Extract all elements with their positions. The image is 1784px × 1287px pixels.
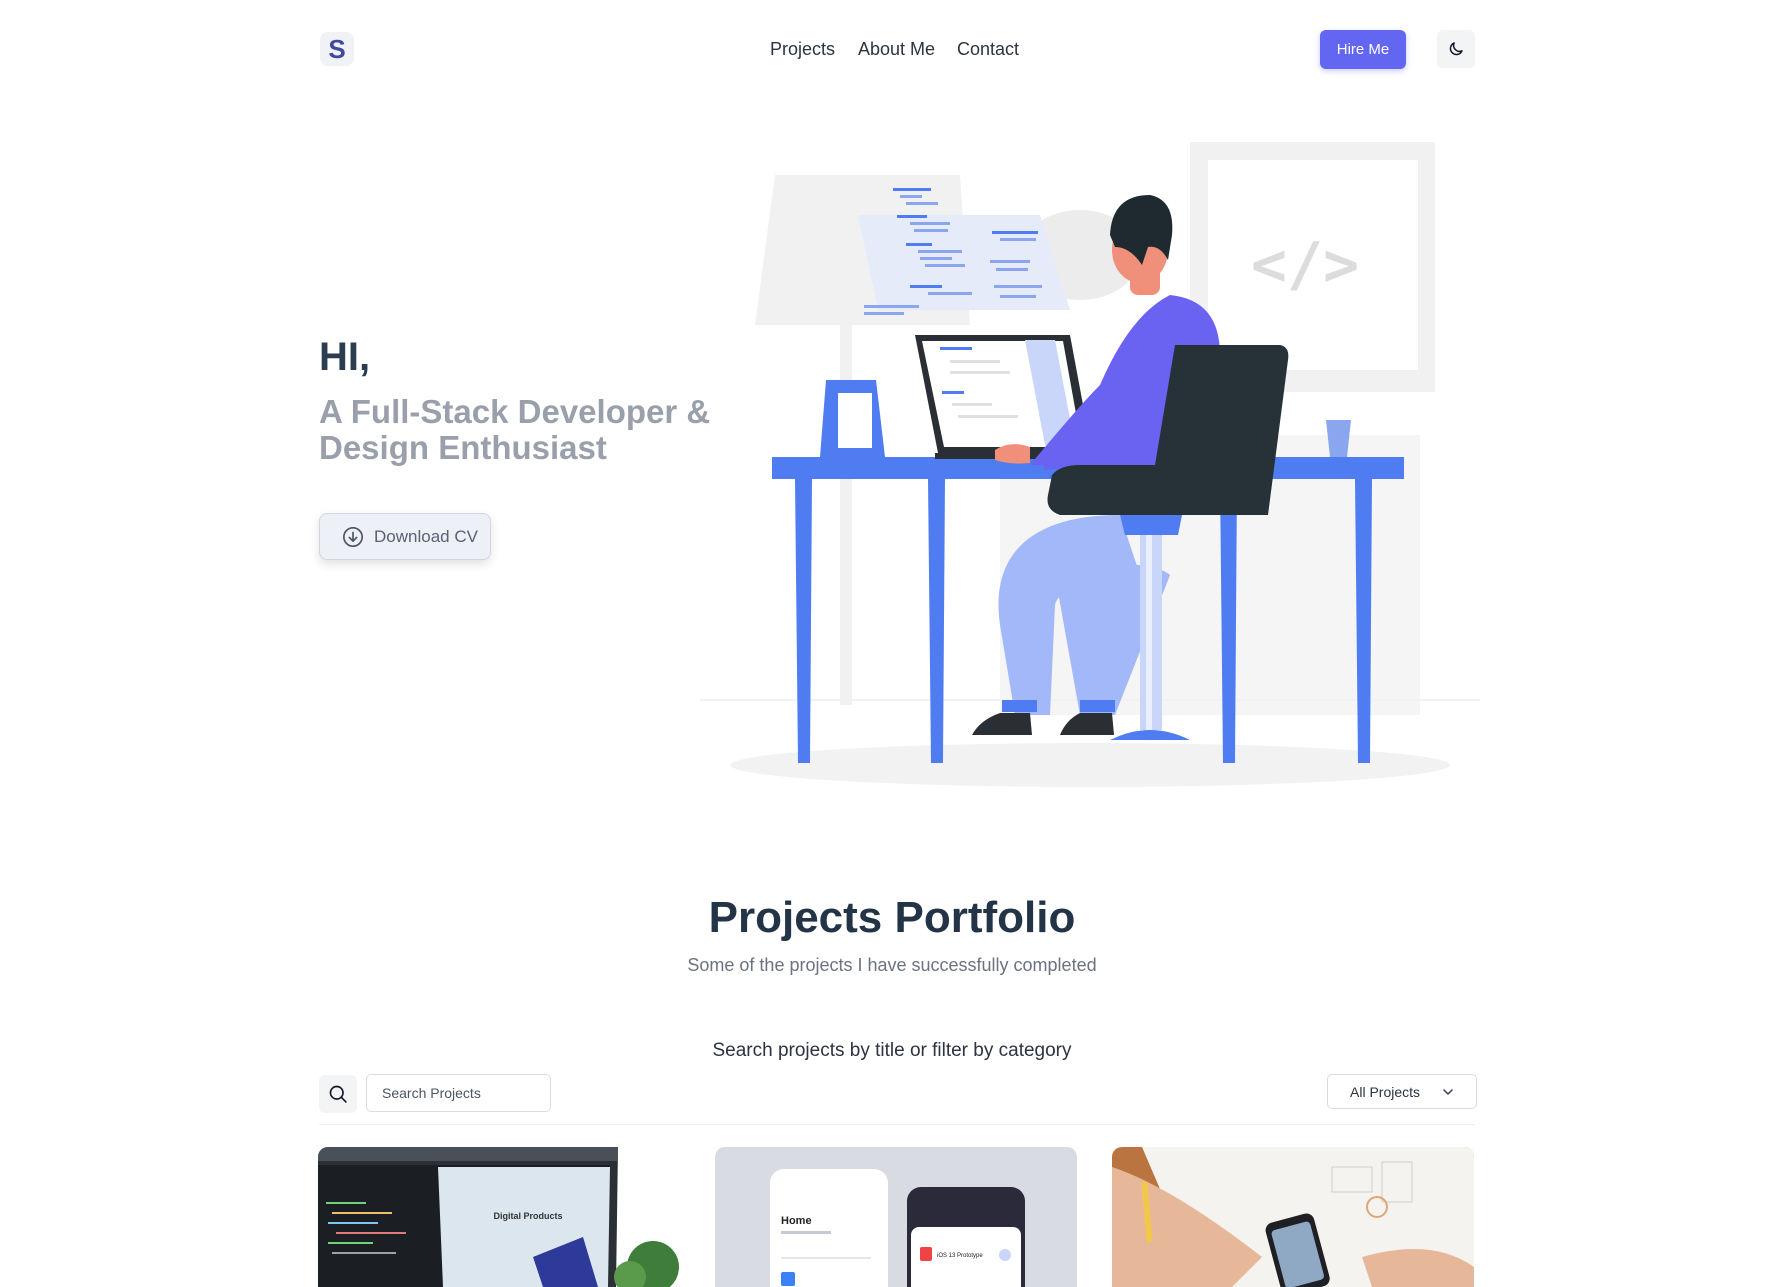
code-symbol: </> — [1251, 230, 1359, 300]
search-hint: Search projects by title or filter by ca… — [712, 1040, 1072, 1061]
category-selected-label: All Projects — [1350, 1083, 1421, 1100]
card-screen-text-2: iOS 13 Prototype — [937, 1253, 983, 1259]
project-card[interactable]: Digital Products — [318, 1147, 680, 1287]
hire-me-button[interactable]: Hire Me — [1320, 30, 1406, 69]
download-icon — [343, 526, 363, 547]
developer-illustration: </> — [700, 142, 1480, 787]
chevron-down-icon — [1443, 1088, 1453, 1095]
project-card-image — [1112, 1147, 1474, 1287]
theme-toggle-button[interactable] — [1437, 30, 1475, 68]
project-card-image: Digital Products — [318, 1147, 680, 1287]
moon-icon — [1449, 42, 1463, 56]
logo[interactable]: S — [320, 32, 354, 66]
hero-greeting: HI, — [319, 335, 371, 379]
card-screen-text: Home — [781, 1215, 812, 1227]
portfolio-subtitle: Some of the projects I have successfully… — [687, 955, 1097, 975]
divider — [319, 1124, 1475, 1125]
search-icon — [329, 1085, 347, 1103]
category-select[interactable]: All Projects — [1327, 1074, 1477, 1109]
portfolio-title: Projects Portfolio — [708, 893, 1076, 942]
hero-subtitle: A Full-Stack Developer & Design Enthusia… — [319, 393, 711, 466]
nav-about-me[interactable]: About Me — [858, 39, 935, 60]
download-cv-label: Download CV — [374, 526, 478, 546]
nav-projects[interactable]: Projects — [770, 39, 835, 60]
svg-text:S: S — [328, 34, 345, 64]
logo-mark: S — [328, 34, 345, 64]
nav-contact[interactable]: Contact — [957, 39, 1019, 60]
project-card[interactable] — [1112, 1147, 1474, 1287]
card-screen-text: Digital Products — [493, 1211, 562, 1221]
search-button[interactable] — [319, 1075, 357, 1113]
download-cv-button[interactable]: Download CV — [319, 513, 491, 560]
search-input[interactable] — [366, 1074, 551, 1112]
project-card-image: Home iOS 13 Prototype — [715, 1147, 1077, 1287]
project-card[interactable]: Home iOS 13 Prototype — [715, 1147, 1077, 1287]
